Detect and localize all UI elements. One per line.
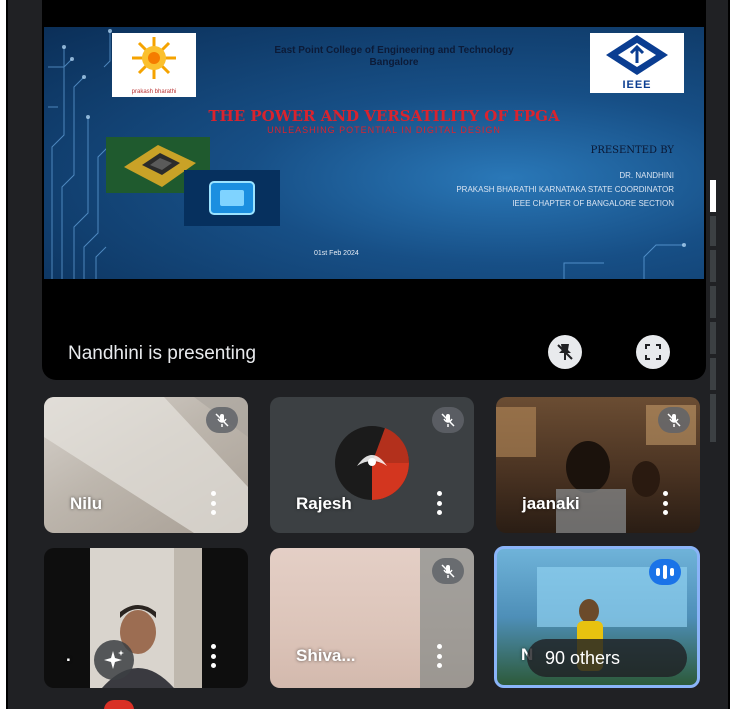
participant-name: Rajesh [296, 494, 352, 513]
prakash-bharathi-logo: prakash bharathi [112, 33, 196, 97]
participant-name: Nilu [70, 494, 103, 513]
processor-chip-image [184, 170, 280, 226]
mic-off-icon [441, 413, 455, 427]
presenter-name: DR. NANDHINI [619, 171, 674, 180]
self-tile-peek [104, 700, 134, 709]
fullscreen-icon [645, 344, 661, 360]
muted-badge [432, 558, 464, 584]
visual-effects-button[interactable] [94, 640, 134, 680]
presenting-status: Nandhini is presenting [68, 343, 257, 364]
participant-name: jaanaki [522, 494, 580, 513]
participant-tile[interactable]: jaanaki [496, 397, 700, 533]
pin-off-icon [557, 344, 573, 360]
fullscreen-button[interactable] [636, 335, 670, 369]
participant-tile[interactable]: Shiva... [270, 548, 474, 688]
mic-off-icon [667, 413, 681, 427]
slide-title: THE POWER AND VERSATILITY OF FPGA [208, 107, 560, 125]
shared-slide: prakash bharathi East Point College of E… [44, 27, 704, 279]
ieee-diamond-icon [606, 35, 668, 75]
sun-logo-icon [132, 37, 176, 79]
participant-tile[interactable]: Rajesh [270, 397, 474, 533]
meet-app: prakash bharathi East Point College of E… [6, 0, 730, 709]
scrollbar[interactable] [710, 180, 716, 442]
avatar [335, 426, 409, 500]
ieee-logo: IEEE [590, 33, 684, 93]
presented-by-heading: PRESENTED BY [590, 145, 674, 156]
sparkle-icon [104, 650, 124, 669]
more-options-button[interactable] [208, 491, 218, 515]
participant-name: . [66, 646, 71, 665]
muted-badge [206, 407, 238, 433]
muted-badge [432, 407, 464, 433]
more-options-button[interactable] [208, 644, 218, 668]
muted-badge [658, 407, 690, 433]
speaking-indicator [649, 559, 681, 585]
presenter-role: PRAKASH BHARATHI KARNATAKA STATE COORDIN… [456, 185, 674, 194]
more-options-button[interactable] [660, 491, 670, 515]
right-logo-caption: IEEE [622, 79, 652, 91]
mic-off-icon [441, 564, 455, 578]
others-count: 90 others [545, 648, 621, 668]
scrollbar-thumb[interactable] [710, 180, 716, 212]
others-tile[interactable]: N 90 others [494, 546, 700, 688]
participant-name: Shiva... [296, 646, 356, 665]
slide-date: 01st Feb 2024 [314, 250, 359, 257]
more-options-button[interactable] [434, 644, 444, 668]
mic-off-icon [215, 413, 229, 427]
participant-tile[interactable]: Nilu [44, 397, 248, 533]
slide-subtitle: UNLEASHING POTENTIAL IN DIGITAL DESIGN [267, 125, 501, 135]
others-count-pill[interactable]: 90 others [527, 639, 687, 677]
presenter-org: IEEE CHAPTER OF BANGALORE SECTION [512, 199, 674, 208]
college-name: East Point College of Engineering and Te… [274, 45, 514, 68]
presenter-details: DR. NANDHINI PRAKASH BHARATHI KARNATAKA … [264, 169, 674, 211]
presentation-stage[interactable]: prakash bharathi East Point College of E… [42, 0, 706, 380]
more-options-button[interactable] [434, 491, 444, 515]
unpin-button[interactable] [548, 335, 582, 369]
participant-tile[interactable]: . [44, 548, 248, 688]
left-logo-caption: prakash bharathi [131, 89, 177, 95]
